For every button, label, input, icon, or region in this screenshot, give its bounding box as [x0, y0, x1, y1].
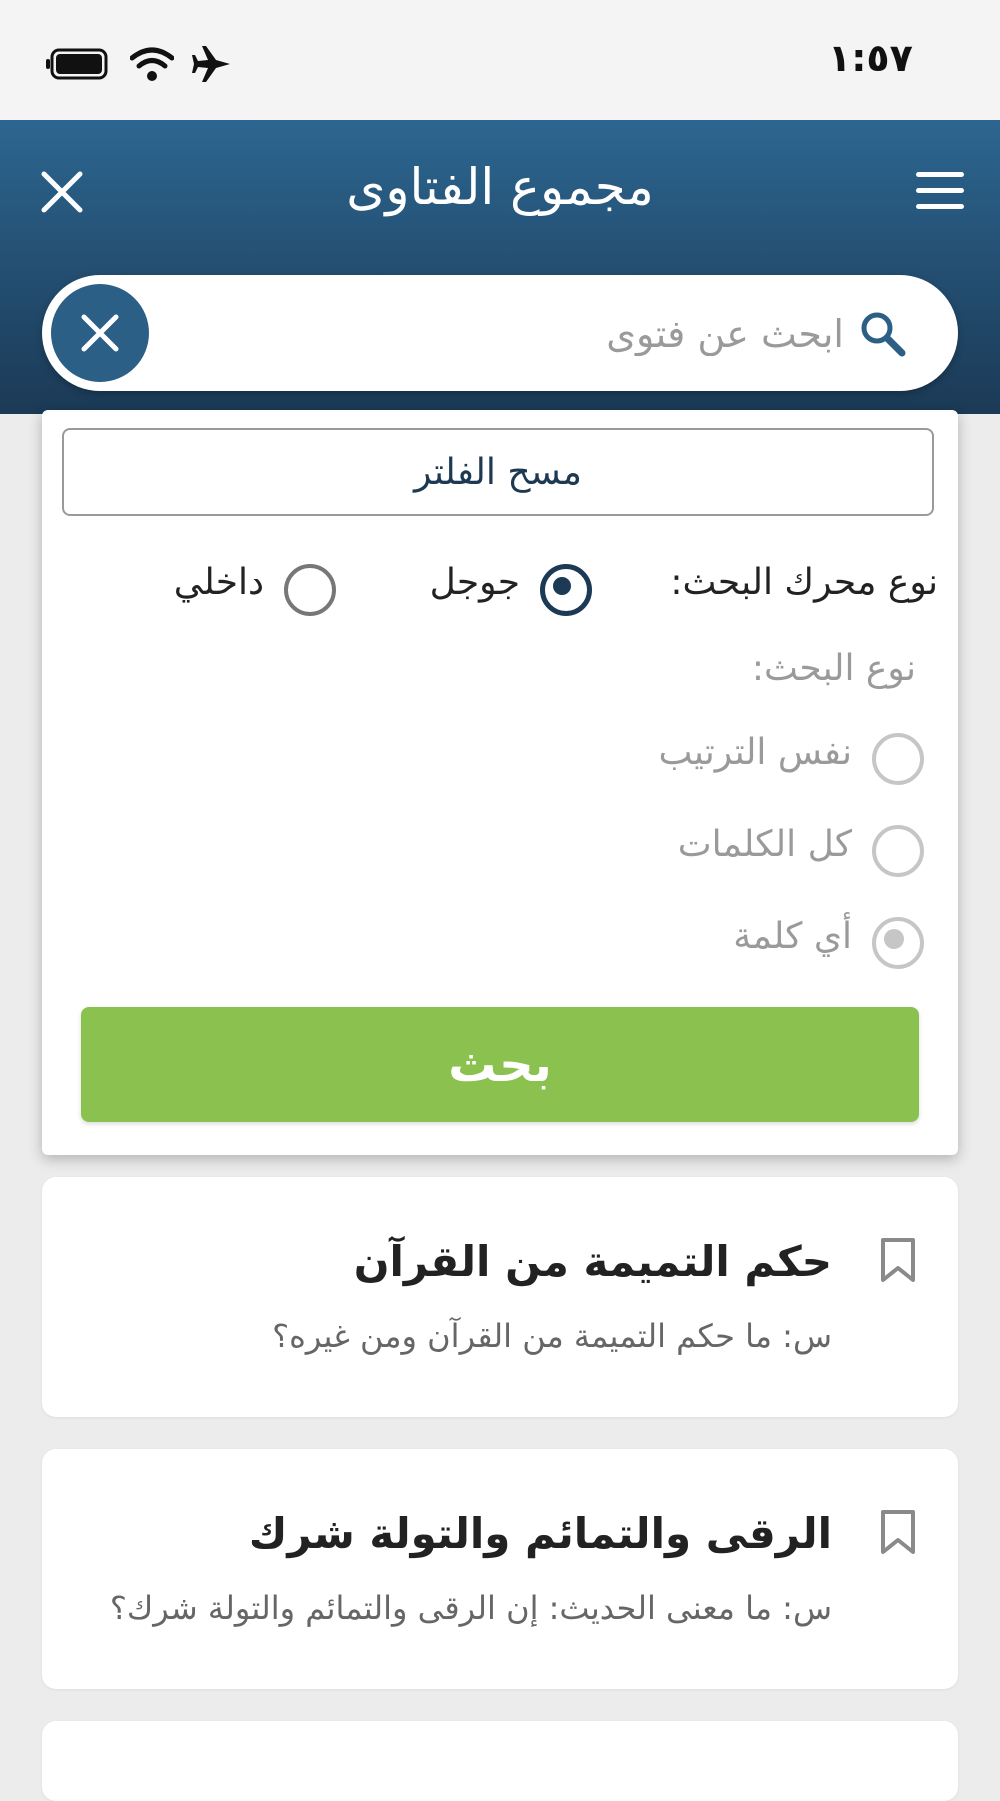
engine-radio-internal[interactable] — [284, 564, 336, 616]
bookmark-icon[interactable] — [880, 1237, 916, 1283]
bookmark-icon[interactable] — [880, 1509, 916, 1555]
clear-filter-button[interactable]: مسح الفلتر — [62, 428, 934, 516]
search-input[interactable] — [172, 297, 846, 371]
result-question: س: ما حكم التميمة من القرآن ومن غيره؟ — [272, 1317, 832, 1355]
engine-option-google-label[interactable]: جوجل — [430, 562, 520, 603]
search-clear-button[interactable] — [51, 284, 149, 382]
type-option-any-word-label[interactable]: أي كلمة — [733, 916, 852, 957]
status-bar: ١:٥٧ — [0, 0, 1000, 120]
wifi-icon — [130, 47, 174, 81]
result-title[interactable]: الرقى والتمائم والتولة شرك — [249, 1509, 832, 1558]
search-icon[interactable] — [858, 309, 908, 359]
type-radio-same-order[interactable] — [872, 733, 924, 785]
search-submit-button[interactable]: بحث — [81, 1007, 919, 1122]
type-radio-any-word[interactable] — [872, 917, 924, 969]
result-question: س: ما معنى الحديث: إن الرقى والتمائم وال… — [109, 1589, 832, 1627]
search-bar — [42, 275, 958, 391]
result-card[interactable]: الرقى والتمائم والتولة شرك س: ما معنى ال… — [42, 1449, 958, 1689]
result-title[interactable]: حكم التميمة من القرآن — [354, 1237, 832, 1286]
menu-icon[interactable] — [916, 172, 964, 212]
type-radio-all-words[interactable] — [872, 825, 924, 877]
result-card[interactable] — [42, 1721, 958, 1801]
engine-radio-google[interactable] — [540, 564, 592, 616]
search-type-label: نوع البحث: — [751, 648, 916, 689]
battery-icon — [46, 48, 108, 80]
page-title: مجموع الفتاوى — [346, 158, 654, 216]
airplane-icon — [192, 46, 230, 82]
close-icon — [81, 314, 119, 352]
engine-type-label: نوع محرك البحث: — [670, 562, 938, 603]
type-option-all-words-label[interactable]: كل الكلمات — [678, 824, 852, 865]
engine-option-internal-label[interactable]: داخلي — [174, 562, 264, 603]
result-card[interactable]: حكم التميمة من القرآن س: ما حكم التميمة … — [42, 1177, 958, 1417]
status-time: ١:٥٧ — [828, 36, 913, 80]
filter-panel: مسح الفلتر نوع محرك البحث: جوجل داخلي نو… — [42, 410, 958, 1155]
status-icons — [46, 42, 232, 86]
type-option-same-order-label[interactable]: نفس الترتيب — [659, 732, 853, 773]
close-icon[interactable] — [40, 170, 84, 214]
